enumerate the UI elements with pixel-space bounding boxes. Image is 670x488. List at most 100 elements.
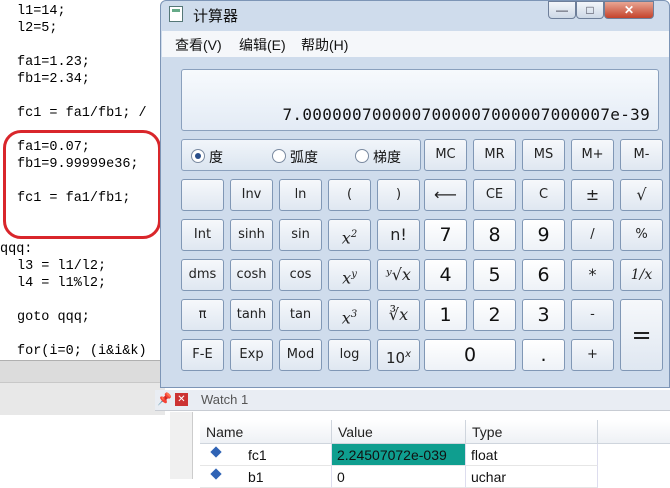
digit-1-button[interactable]: 1 bbox=[424, 299, 467, 331]
backspace-button[interactable]: ⟵ bbox=[424, 179, 467, 211]
menu-view[interactable]: 查看(V) bbox=[175, 35, 222, 55]
ten-power-x-button[interactable]: 10x bbox=[377, 339, 420, 371]
minimize-button[interactable]: — bbox=[548, 1, 576, 19]
editor-scrollbar[interactable] bbox=[0, 360, 165, 383]
digit-3-button[interactable]: 3 bbox=[522, 299, 565, 331]
menu-edit[interactable]: 编辑(E) bbox=[239, 35, 286, 55]
window-title: 计算器 bbox=[193, 8, 239, 25]
left-paren-button[interactable]: ( bbox=[328, 179, 371, 211]
calculator-window: 计算器 — □ ✕ 查看(V) 编辑(E) 帮助(H) 7.0000007000… bbox=[160, 0, 670, 388]
pi-button[interactable]: π bbox=[181, 299, 224, 331]
code-line: fa1=1.23; bbox=[17, 55, 90, 70]
dms-button[interactable]: dms bbox=[181, 259, 224, 291]
pin-icon[interactable]: 📌 bbox=[157, 392, 172, 406]
plus-button[interactable]: + bbox=[571, 339, 614, 371]
watch-name-cell: b1 bbox=[200, 466, 332, 488]
code-line: l4 = l1%l2; bbox=[17, 276, 107, 291]
y-root-x-button[interactable]: ʸ√x bbox=[377, 259, 420, 291]
cos-button[interactable]: cos bbox=[279, 259, 322, 291]
digit-9-button[interactable]: 9 bbox=[522, 219, 565, 251]
digit-7-button[interactable]: 7 bbox=[424, 219, 467, 251]
radio-degrees-label: 度 bbox=[209, 149, 223, 165]
log-button[interactable]: log bbox=[328, 339, 371, 371]
mr-button[interactable]: MR bbox=[473, 139, 516, 171]
cube-root-button[interactable]: ∛x bbox=[377, 299, 420, 331]
sinh-button[interactable]: sinh bbox=[230, 219, 273, 251]
x-squared-base: x bbox=[341, 228, 351, 248]
code-editor[interactable]: l1=14; l2=5; fa1=1.23; fb1=2.34; fc1 = fa1/f… bbox=[0, 0, 165, 360]
x-power-y-button[interactable]: xy bbox=[328, 259, 371, 291]
plus-minus-button[interactable]: ± bbox=[571, 179, 614, 211]
x-power-y-exp: y bbox=[351, 269, 357, 280]
table-row[interactable]: fc1 2.24507072e-039 float bbox=[200, 444, 670, 466]
factorial-button[interactable]: n! bbox=[377, 219, 420, 251]
editor-status-area bbox=[0, 382, 165, 415]
exp-button[interactable]: Exp bbox=[230, 339, 273, 371]
mc-button[interactable]: MC bbox=[424, 139, 467, 171]
close-button[interactable]: ✕ bbox=[604, 1, 654, 19]
reciprocal-button[interactable]: 1/x bbox=[620, 259, 663, 291]
radio-grads-label: 梯度 bbox=[373, 149, 401, 165]
digit-8-button[interactable]: 8 bbox=[473, 219, 516, 251]
maximize-button[interactable]: □ bbox=[576, 1, 604, 19]
close-icon[interactable]: ✕ bbox=[175, 393, 188, 406]
radio-radians[interactable]: 弧度 bbox=[272, 147, 318, 167]
sin-button[interactable]: sin bbox=[279, 219, 322, 251]
digit-0-button[interactable]: 0 bbox=[424, 339, 516, 371]
tan-button[interactable]: tan bbox=[279, 299, 322, 331]
column-header-type[interactable]: Type bbox=[466, 420, 598, 444]
watch-value-cell[interactable]: 0 bbox=[332, 466, 466, 488]
table-row[interactable]: b1 0 uchar bbox=[200, 466, 670, 488]
digit-4-button[interactable]: 4 bbox=[424, 259, 467, 291]
radio-selected-icon bbox=[191, 149, 205, 163]
radio-degrees[interactable]: 度 bbox=[191, 147, 223, 167]
ms-button[interactable]: MS bbox=[522, 139, 565, 171]
watch-gutter bbox=[170, 412, 193, 479]
watch-name: b1 bbox=[248, 469, 264, 485]
column-header-value[interactable]: Value bbox=[332, 420, 466, 444]
x-cubed-button[interactable]: x3 bbox=[328, 299, 371, 331]
percent-button[interactable]: % bbox=[620, 219, 663, 251]
digit-6-button[interactable]: 6 bbox=[522, 259, 565, 291]
column-header-name[interactable]: Name bbox=[200, 420, 332, 444]
fe-button[interactable]: F-E bbox=[181, 339, 224, 371]
digit-5-button[interactable]: 5 bbox=[473, 259, 516, 291]
code-line: fc1 = fa1/fb1; / bbox=[17, 106, 147, 121]
radio-grads[interactable]: 梯度 bbox=[355, 147, 401, 167]
ln-button[interactable]: ln bbox=[279, 179, 322, 211]
tanh-button[interactable]: tanh bbox=[230, 299, 273, 331]
c-button[interactable]: C bbox=[522, 179, 565, 211]
code-line: goto qqq; bbox=[17, 310, 90, 325]
title-bar[interactable]: 计算器 — □ ✕ bbox=[161, 1, 670, 27]
column-header-spacer bbox=[598, 420, 670, 444]
cosh-button[interactable]: cosh bbox=[230, 259, 273, 291]
radio-unselected-icon bbox=[355, 149, 369, 163]
radio-radians-label: 弧度 bbox=[290, 149, 318, 165]
divide-button[interactable]: / bbox=[571, 219, 614, 251]
decimal-button[interactable]: . bbox=[522, 339, 565, 371]
inv-button[interactable]: Inv bbox=[230, 179, 273, 211]
right-paren-button[interactable]: ) bbox=[377, 179, 420, 211]
code-line: fb1=2.34; bbox=[17, 72, 90, 87]
radio-unselected-icon bbox=[272, 149, 286, 163]
menu-bar: 查看(V) 编辑(E) 帮助(H) bbox=[162, 31, 669, 57]
int-button[interactable]: Int bbox=[181, 219, 224, 251]
watch-value-cell[interactable]: 2.24507072e-039 bbox=[332, 444, 466, 466]
watch-panel-header: 📌 ✕ Watch 1 bbox=[155, 390, 670, 411]
blank-button[interactable] bbox=[181, 179, 224, 211]
multiply-button[interactable]: * bbox=[571, 259, 614, 291]
mod-button[interactable]: Mod bbox=[279, 339, 322, 371]
sqrt-button[interactable]: √ bbox=[620, 179, 663, 211]
equals-button[interactable]: = bbox=[620, 299, 663, 371]
watch-name-cell: fc1 bbox=[200, 444, 332, 466]
x-squared-button[interactable]: x2 bbox=[328, 219, 371, 251]
highlight-annotation bbox=[3, 130, 161, 239]
x-cubed-base: x bbox=[341, 308, 351, 328]
m-minus-button[interactable]: M- bbox=[620, 139, 663, 171]
minus-button[interactable]: - bbox=[571, 299, 614, 331]
m-plus-button[interactable]: M+ bbox=[571, 139, 614, 171]
menu-help[interactable]: 帮助(H) bbox=[301, 35, 348, 55]
variable-icon bbox=[210, 446, 222, 458]
ce-button[interactable]: CE bbox=[473, 179, 516, 211]
digit-2-button[interactable]: 2 bbox=[473, 299, 516, 331]
